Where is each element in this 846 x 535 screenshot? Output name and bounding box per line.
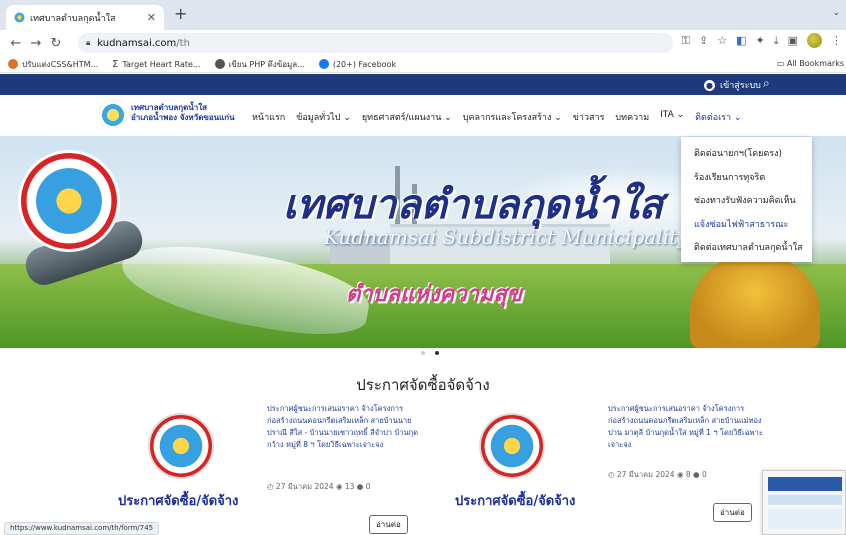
bookmark-item[interactable]: (20+) Facebook (318, 59, 397, 69)
menu-item-articles[interactable]: บทความ (615, 110, 649, 124)
site-top-bar: ● เข้าสู่ระบบ ⌕ (0, 74, 846, 95)
url-field[interactable]: 🔒︎ kudnamsai.com /th (78, 33, 673, 53)
menu-item-personnel[interactable]: บุคลากรและโครงสร้าง ⌄ (463, 110, 562, 124)
read-more-button[interactable]: อ่านต่อ (369, 515, 408, 534)
address-bar-row: ← → ↻ 🔒︎ kudnamsai.com /th ⚿ ⇪ ☆ ◧ ✦ ⤓ ▣… (0, 30, 846, 56)
key-icon[interactable]: ⚿ (682, 34, 690, 48)
folder-icon: ▭ (776, 59, 787, 68)
sigma-icon: Σ (112, 58, 119, 70)
hero-subtitle: Kudnamsai Subdistrict Municipality (324, 225, 689, 249)
hero-slogan: ตำบลแห่งความสุข (346, 282, 522, 307)
main-menu: หน้าแรก ข้อมูลทั่วไป ⌄ ยุทธศาสตร์/แผนงาน… (252, 110, 741, 124)
card-seal-image[interactable] (479, 413, 545, 479)
slider-dot-active[interactable] (435, 351, 439, 355)
brand-text[interactable]: เทศบาลตำบลกุดน้ำใส อำเภอน้ำพอง จังหวัดขอ… (131, 103, 235, 123)
browser-tab[interactable]: เทศบาลตำบลกุดน้ำใส ✕ (6, 5, 164, 30)
bookmarks-bar: ปรับแต่งCSS&HTM... Σ Target Heart Rate...… (0, 56, 846, 73)
dropdown-item-streetlight-repair[interactable]: แจ้งซ่อมไฟฟ้าสาธารณะ (681, 214, 812, 238)
facebook-icon (318, 59, 329, 69)
status-bar-url: https://www.kudnamsai.com/th/form/745 (4, 522, 160, 535)
reload-icon[interactable]: ↻ (46, 36, 66, 51)
url-domain: kudnamsai.com (97, 37, 177, 49)
dropdown-item-contact-municipality[interactable]: ติดต่อเทศบาลตำบลกุดน้ำใส (681, 237, 812, 261)
browser-toolbar-actions: ⚿ ⇪ ☆ ◧ ✦ ⤓ ▣ ⋮ (682, 33, 846, 48)
menu-item-news[interactable]: ข่าวสาร (573, 110, 605, 124)
back-arrow-icon[interactable]: ← (6, 36, 26, 51)
site-header: เทศบาลตำบลกุดน้ำใส อำเภอน้ำพอง จังหวัดขอ… (0, 95, 846, 136)
search-icon[interactable]: ⌕ (763, 76, 770, 91)
user-icon: ● (704, 79, 715, 91)
all-bookmarks-label: All Bookmarks (786, 59, 844, 68)
bookmark-label: (20+) Facebook (332, 59, 397, 69)
municipality-logo[interactable] (99, 101, 127, 129)
side-panel-icon[interactable]: ▣ (788, 34, 798, 47)
new-tab-button[interactable]: + (174, 6, 187, 22)
dropdown-item-contact-mayor[interactable]: ติดต่อนายกฯ(โดยตรง) (681, 143, 812, 167)
login-label: เข้าสู่ระบบ (720, 81, 761, 91)
browser-tab-bar: เทศบาลตำบลกุดน้ำใส ✕ + ⌄ (0, 0, 846, 30)
menu-item-general-info[interactable]: ข้อมูลทั่วไป ⌄ (296, 110, 351, 124)
card-seal-image[interactable] (148, 413, 214, 479)
menu-item-strategy[interactable]: ยุทธศาสตร์/แผนงาน ⌄ (362, 110, 452, 124)
slider-pagination (421, 351, 439, 355)
municipality-seal (18, 150, 120, 252)
contact-dropdown-menu: ติดต่อนายกฯ(โดยตรง) ร้องเรียนการทุจริต ช… (681, 137, 812, 262)
thumbnail-header (768, 477, 842, 491)
dropdown-item-feedback-channel[interactable]: ช่องทางรับฟังความคิดเห็น (681, 190, 812, 214)
star-bookmark-icon[interactable]: ☆ (717, 34, 727, 47)
thumbnail-band (768, 495, 842, 505)
brand-name: เทศบาลตำบลกุดน้ำใส (131, 103, 208, 112)
bookmark-item[interactable]: Σ Target Heart Rate... (112, 59, 200, 70)
forward-arrow-icon[interactable]: → (26, 36, 46, 51)
page: เทศบาลตำบลกุดน้ำใส ✕ + ⌄ ← → ↻ 🔒︎ kudnam… (0, 0, 846, 535)
bookmark-label: ปรับแต่งCSS&HTM... (22, 59, 99, 69)
menu-item-ita[interactable]: ITA ⌄ (660, 110, 684, 124)
tab-title: เทศบาลตำบลกุดน้ำใส (30, 13, 116, 24)
site-favicon-icon (14, 12, 25, 23)
menu-item-home[interactable]: หน้าแรก (252, 110, 285, 124)
card-caption: ประกาศจัดซื้อ/จัดจ้าง (118, 494, 239, 509)
url-path: /th (176, 37, 190, 49)
bookmark-label: Target Heart Rate... (122, 59, 201, 69)
bookmark-icon (214, 59, 225, 69)
floating-preview-thumbnail[interactable] (762, 470, 846, 535)
read-more-button[interactable]: อ่านต่อ (713, 503, 752, 522)
dropdown-item-corruption-complaint[interactable]: ร้องเรียนการทุจริต (681, 167, 812, 191)
section-title: ประกาศจัดซื้อจัดจ้าง (356, 376, 490, 394)
bookmark-item[interactable]: ปรับแต่งCSS&HTM... (8, 58, 98, 71)
card-caption: ประกาศจัดซื้อ/จัดจ้าง (455, 494, 576, 509)
bookmark-label: เขียน PHP ดึงข้อมูล... (228, 59, 305, 69)
profile-avatar-icon[interactable] (807, 33, 822, 48)
all-bookmarks-button[interactable]: ▭ All Bookmarks (777, 59, 844, 68)
thumbnail-body (768, 509, 842, 529)
extension-icon[interactable]: ◧ (736, 34, 746, 47)
card-title-link[interactable]: ประกาศผู้ชนะการเสนอราคา จ้างโครงการก่อสร… (267, 403, 425, 451)
bookmark-item[interactable]: เขียน PHP ดึงข้อมูล... (214, 58, 305, 71)
card-title-link[interactable]: ประกาศผู้ชนะการเสนอราคา จ้างโครงการก่อสร… (608, 403, 766, 451)
close-tab-icon[interactable]: ✕ (147, 11, 156, 24)
kebab-menu-icon[interactable]: ⋮ (831, 34, 842, 47)
login-link[interactable]: ● เข้าสู่ระบบ (704, 78, 761, 92)
download-icon[interactable]: ⤓ (774, 34, 779, 48)
menu-item-contact[interactable]: ติดต่อเรา ⌄ (695, 110, 741, 124)
share-icon[interactable]: ⇪ (699, 34, 708, 47)
slider-dot[interactable] (421, 351, 425, 355)
card-meta: ◴ 27 มีนาคม 2024 ◉ 13 ● 0 (267, 482, 371, 491)
bookmark-icon (8, 59, 18, 69)
brand-location: อำเภอน้ำพอง จังหวัดขอนแก่น (131, 113, 235, 122)
card-meta: ◴ 27 มีนาคม 2024 ◉ 8 ● 0 (608, 470, 707, 479)
site-info-icon[interactable]: 🔒︎ (86, 38, 90, 48)
tab-search-chevron-icon[interactable]: ⌄ (832, 8, 840, 18)
puzzle-extensions-icon[interactable]: ✦ (756, 34, 765, 47)
